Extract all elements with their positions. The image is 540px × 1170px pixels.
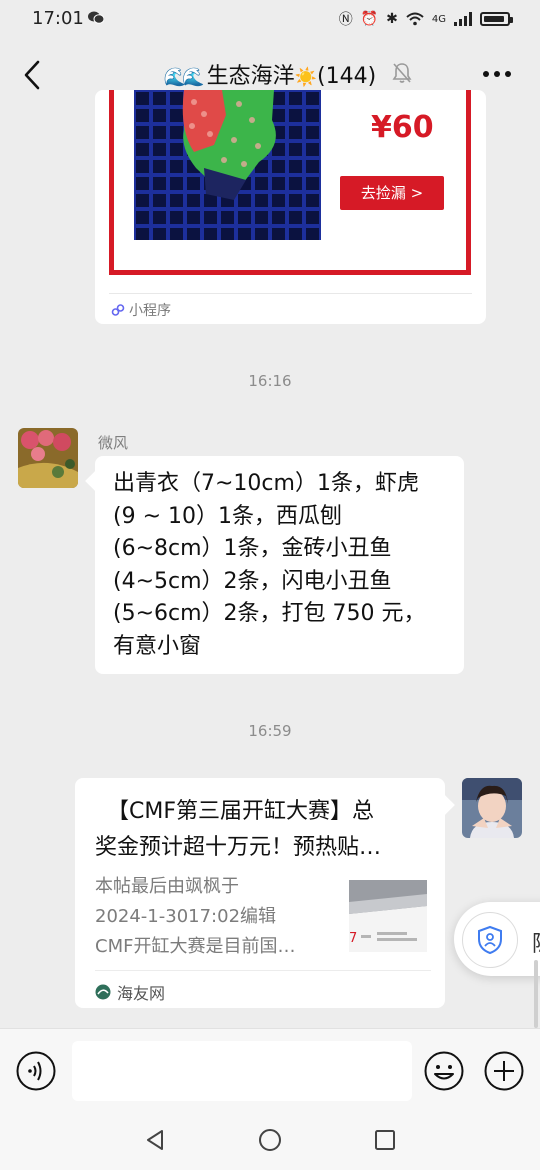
widget-label-cut: 隐 bbox=[532, 926, 540, 958]
mini-program-card[interactable]: ¥60 去捡漏 > 小程序 bbox=[95, 90, 486, 324]
link-description: 本帖最后由飒枫于 2024-1-3017:02编辑 CMF开缸大赛是目前国… bbox=[95, 872, 335, 962]
product-image-frame: ¥60 去捡漏 > bbox=[109, 90, 471, 275]
link-description-line: 2024-1-3017:02编辑 bbox=[95, 906, 277, 927]
system-back-icon[interactable] bbox=[144, 1128, 166, 1152]
add-more-icon[interactable] bbox=[484, 1051, 524, 1091]
battery-fill bbox=[484, 16, 504, 22]
source-logo-icon bbox=[95, 984, 111, 1000]
alarm-icon: ⏰ bbox=[360, 11, 379, 27]
message-timestamp: 16:16 bbox=[248, 372, 292, 390]
product-price: ¥60 bbox=[371, 110, 434, 145]
message-line: 有意小窗 bbox=[113, 633, 202, 659]
shield-icon bbox=[478, 925, 502, 955]
voice-input-icon[interactable] bbox=[16, 1051, 56, 1091]
member-count: (144) bbox=[317, 64, 377, 89]
link-description-line: CMF开缸大赛是目前国… bbox=[95, 936, 296, 957]
svg-text:7: 7 bbox=[349, 931, 357, 946]
mini-program-label: 小程序 bbox=[129, 303, 171, 319]
wifi-icon bbox=[406, 12, 424, 26]
system-navigation-bar bbox=[0, 1110, 540, 1170]
nfc-icon: Ⓝ bbox=[338, 12, 353, 28]
wechat-notification-icon bbox=[88, 11, 104, 24]
status-time: 17:01 bbox=[32, 8, 84, 29]
message-line: (5~6cm）2条，打包 750 元， bbox=[113, 601, 426, 627]
incoming-message-bubble[interactable]: 出青衣（7~10cm）1条，虾虎 (9 ~ 10）1条，西瓜刨 (6~8cm）1… bbox=[95, 456, 464, 674]
link-source: 海友网 bbox=[95, 980, 165, 1004]
sender-avatar[interactable] bbox=[18, 428, 78, 488]
network-type: 4G bbox=[431, 13, 446, 25]
chat-title: 🌊🌊 生态海洋☀️(144) bbox=[0, 58, 540, 90]
battery-icon bbox=[480, 12, 513, 26]
status-icons: Ⓝ ⏰ ✱ 4G bbox=[338, 9, 513, 29]
emoji-icon[interactable] bbox=[424, 1051, 464, 1091]
group-name: 生态海洋 bbox=[206, 64, 295, 89]
sender-avatar-image bbox=[18, 428, 78, 488]
bluetooth-icon: ✱ bbox=[386, 11, 398, 27]
system-recents-icon[interactable] bbox=[374, 1128, 396, 1152]
security-shield-button[interactable] bbox=[462, 912, 518, 968]
signal-icon bbox=[454, 12, 472, 26]
mini-program-icon bbox=[111, 304, 125, 316]
link-description-line: 本帖最后由飒枫于 bbox=[95, 876, 239, 897]
grab-deal-button[interactable]: 去捡漏 > bbox=[340, 176, 444, 210]
system-home-icon[interactable] bbox=[258, 1128, 282, 1152]
status-bar: 17:01 Ⓝ ⏰ ✱ 4G bbox=[0, 0, 540, 38]
card-divider bbox=[95, 970, 431, 971]
message-timestamp: 16:59 bbox=[248, 722, 292, 740]
mute-bell-icon bbox=[392, 63, 412, 83]
message-line: (9 ~ 10）1条，西瓜刨 bbox=[113, 503, 342, 529]
more-options-icon[interactable] bbox=[482, 70, 512, 78]
floating-security-widget[interactable]: 隐 bbox=[454, 902, 540, 976]
message-line: 出青衣（7~10cm）1条，虾虎 bbox=[113, 471, 419, 496]
message-line: (4~5cm）2条，闪电小丑鱼 bbox=[113, 568, 392, 594]
card-divider bbox=[109, 293, 472, 294]
chat-input-bar bbox=[0, 1028, 540, 1111]
link-title: 【CMF第三届开缸大赛】总 奖金预计超十万元！预热贴… bbox=[95, 794, 437, 866]
mini-program-source: 小程序 bbox=[111, 300, 171, 320]
shared-link-card[interactable]: 【CMF第三届开缸大赛】总 奖金预计超十万元！预热贴… 本帖最后由飒枫于 202… bbox=[75, 778, 445, 1008]
wave-emoji-icon: 🌊🌊 bbox=[163, 67, 205, 88]
my-avatar-image bbox=[462, 778, 522, 838]
scrollbar-thumb[interactable] bbox=[534, 960, 538, 1028]
link-title-line: 奖金预计超十万元！预热贴… bbox=[95, 835, 382, 860]
message-input[interactable] bbox=[72, 1041, 412, 1101]
message-line: (6~8cm）1条，金砖小丑鱼 bbox=[113, 536, 392, 562]
link-source-name: 海友网 bbox=[117, 984, 166, 1003]
my-avatar[interactable] bbox=[462, 778, 522, 838]
link-title-line: 【CMF第三届开缸大赛】总 bbox=[107, 799, 374, 824]
coral-product-image bbox=[134, 90, 321, 240]
sun-emoji-icon: ☀️ bbox=[294, 67, 318, 88]
sender-name: 微风 bbox=[98, 434, 129, 452]
link-thumbnail: 7 bbox=[349, 880, 427, 952]
